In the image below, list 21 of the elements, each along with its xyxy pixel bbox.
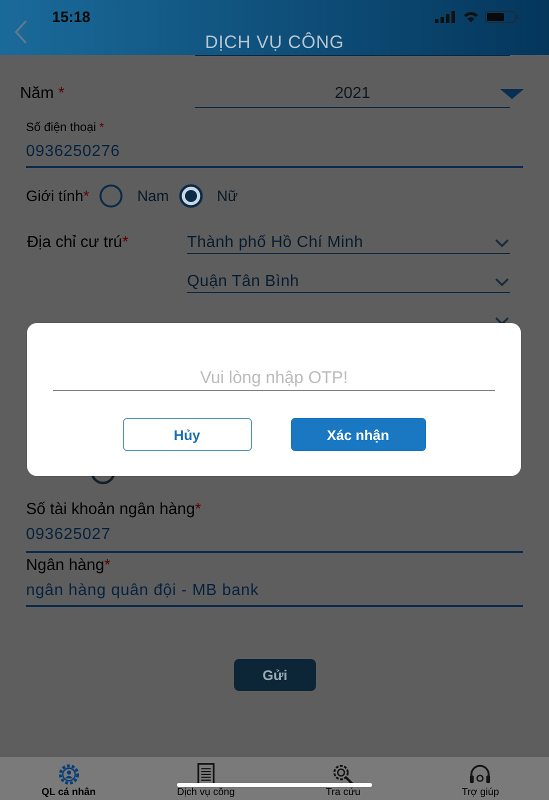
address-select-value[interactable]: Thành phố Hồ Chí Minh bbox=[187, 233, 364, 253]
field-label: Năm * bbox=[20, 85, 66, 103]
field-label: Địa chỉ cư trú* bbox=[27, 233, 130, 253]
bank-account-field[interactable]: Số tài khoản ngân hàng* 093625027 bbox=[26, 501, 523, 553]
bank-field[interactable]: Ngân hàng* ngân hàng quân đội - MB bank bbox=[26, 557, 523, 607]
tab-item[interactable]: QL cá nhân bbox=[0, 757, 138, 800]
status-time: 15:18 bbox=[52, 8, 90, 26]
tab-item[interactable]: Dịch vụ công bbox=[137, 757, 274, 800]
confirm-button[interactable]: Xác nhận bbox=[290, 418, 426, 451]
cancel-button[interactable]: Hủy bbox=[122, 418, 252, 451]
year-dropdown[interactable]: 2021 bbox=[195, 80, 524, 108]
phone-field[interactable]: Số điện thoại * 0936250276 bbox=[26, 120, 523, 168]
tab-item[interactable]: Trợ giúp bbox=[412, 757, 549, 800]
gender-option[interactable]: Nam bbox=[137, 188, 169, 204]
tab-item[interactable]: Tra cứu bbox=[274, 757, 412, 800]
field-label: Giới tính* bbox=[26, 188, 90, 204]
address-select-value[interactable]: Quận Tân Bình bbox=[187, 272, 300, 292]
required-mark: * bbox=[58, 85, 64, 102]
screen-title: DỊCH VỤ CÔNG bbox=[204, 32, 344, 52]
gender-option[interactable]: Nữ bbox=[216, 188, 238, 204]
submit-button[interactable]: Gửi bbox=[234, 659, 316, 691]
